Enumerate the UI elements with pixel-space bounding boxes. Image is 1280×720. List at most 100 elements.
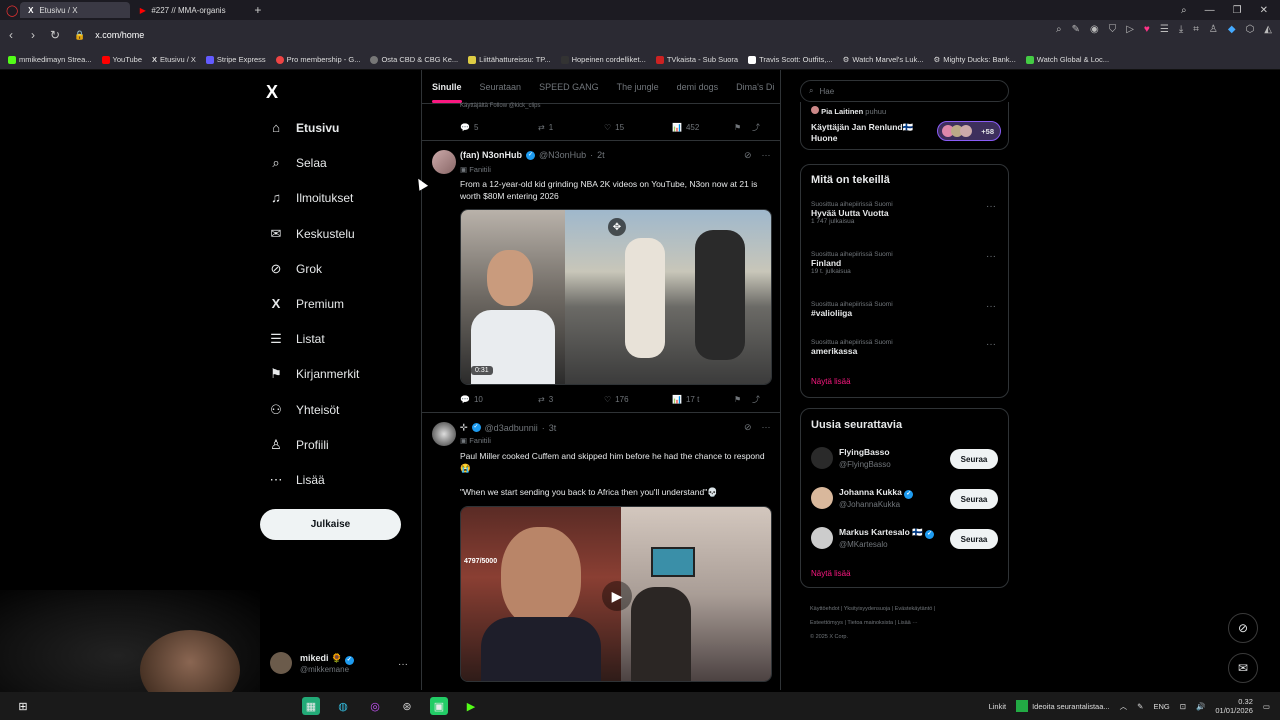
bookmark-item[interactable]: ⚙ Watch Marvel's Luk... <box>843 55 924 64</box>
links-label[interactable]: Linkit <box>989 702 1007 711</box>
grok-icon[interactable]: ⊘ <box>744 150 752 161</box>
camera-icon[interactable]: ◉ <box>1090 24 1099 35</box>
bookmark-item[interactable]: X Etusivu / X <box>152 55 196 64</box>
reload-button[interactable]: ↻ <box>44 28 66 42</box>
sidebar-item-home[interactable]: ⌂ Etusivu <box>268 120 339 135</box>
aria-icon[interactable]: ◭ <box>1264 24 1272 35</box>
tab-for-you[interactable]: Sinulle <box>432 82 462 103</box>
bookmark-item[interactable]: Watch Global & Loc... <box>1025 55 1109 64</box>
sidebar-item-lists[interactable]: ☰ Listat <box>268 331 325 347</box>
trend-item[interactable]: Suosittua aihepiirissä Suomi Finland 19 … <box>811 251 893 275</box>
footer-link[interactable]: Yksityisyydensuoja <box>844 606 890 612</box>
like-button[interactable]: ♡ 15 <box>604 122 672 133</box>
edit-icon[interactable]: ✎ <box>1072 24 1080 35</box>
sidebar-item-bookmarks[interactable]: ⚑ Kirjanmerkit <box>268 366 359 382</box>
network-icon[interactable]: ⊡ <box>1180 702 1186 711</box>
tab-following[interactable]: Seurataan <box>480 82 522 92</box>
more-icon[interactable]: ··· <box>986 201 996 212</box>
tweet-author-handle[interactable]: @d3adbunnii <box>485 423 538 433</box>
volume-icon[interactable]: 🔊 <box>1196 702 1205 711</box>
obs-icon[interactable]: ▣ <box>430 697 448 715</box>
browser-tab-x-home[interactable]: X Etusivu / X <box>20 2 131 18</box>
search-box[interactable]: ⌕ Hae <box>800 80 1009 102</box>
bookmark-item[interactable]: Stripe Express <box>205 55 266 64</box>
tweet-author-name[interactable]: ⊹ <box>460 422 468 433</box>
avatar[interactable] <box>811 447 833 469</box>
pen-icon[interactable]: ✎ <box>1137 702 1143 711</box>
footer-link[interactable]: Esteettömyys <box>810 620 843 626</box>
search-icon[interactable]: ⌕ <box>1056 24 1062 35</box>
account-switcher[interactable]: mikedi 🌻 ✓ @mikkemane <box>270 652 354 674</box>
play-icon[interactable]: ▶ <box>602 581 632 611</box>
sidebar-item-grok[interactable]: ⊘ Grok <box>268 261 322 277</box>
tab-speed-gang[interactable]: SPEED GANG <box>539 82 599 92</box>
views-button[interactable]: 📊 452 <box>672 122 734 133</box>
search-input[interactable]: Hae <box>819 87 834 96</box>
follow-button[interactable]: Seuraa <box>950 529 998 549</box>
kick-icon[interactable]: ▶ <box>462 697 480 715</box>
who-name[interactable]: Johanna Kukka ✓ <box>839 487 914 499</box>
more-icon[interactable]: ··· <box>986 339 996 350</box>
tweet-author-handle[interactable]: @N3onHub <box>539 150 586 160</box>
tab-demi-dogs[interactable]: demi dogs <box>677 82 719 92</box>
notification-center-icon[interactable]: ▭ <box>1263 702 1270 711</box>
opera-gx-icon[interactable]: ◎ <box>366 697 384 715</box>
opera-logo-icon[interactable]: ◯ <box>6 4 18 17</box>
bookmark-item[interactable]: Osta CBD & CBG Ke... <box>370 55 458 64</box>
footer-link[interactable]: Käyttöehdot <box>810 606 839 612</box>
like-button[interactable]: ♡ 176 <box>604 394 672 405</box>
maximize-button[interactable]: ❐ <box>1233 5 1242 16</box>
who-name[interactable]: Markus Kartesalo 🇫🇮 ✓ <box>839 527 935 539</box>
new-tab-button[interactable]: + <box>254 3 261 17</box>
footer-link[interactable]: Evästekäytäntö <box>895 606 933 612</box>
share-icon[interactable]: ⤴ <box>752 122 760 133</box>
bookmark-item[interactable]: ⚙ Mighty Ducks: Bank... <box>934 55 1016 64</box>
tray-chevron-icon[interactable]: ︿ <box>1120 701 1128 712</box>
footer-link[interactable]: Lisää ··· <box>898 620 918 626</box>
trend-item[interactable]: Suosittua aihepiirissä Suomi amerikassa <box>811 339 893 356</box>
avatar[interactable] <box>432 150 456 174</box>
clock[interactable]: 0.32 01/01/2026 <box>1215 697 1253 715</box>
tab-dimas[interactable]: Dima's Di <box>736 82 774 92</box>
url-field[interactable]: x.com/home <box>95 30 144 40</box>
follow-button[interactable]: Seuraa <box>950 449 998 469</box>
sidebar-item-messages[interactable]: ✉ Keskustelu <box>268 226 355 242</box>
bookmark-item[interactable]: Hopeinen cordelliket... <box>560 55 646 64</box>
sidebar-item-communities[interactable]: ⚇ Yhteisöt <box>268 402 339 418</box>
minimize-button[interactable]: — <box>1205 5 1215 16</box>
search-tabs-icon[interactable]: ⌕ <box>1181 5 1187 16</box>
play-icon[interactable]: ▷ <box>1126 24 1134 35</box>
more-icon[interactable]: ··· <box>762 422 771 433</box>
sidebar-item-profile[interactable]: ♙ Profiili <box>268 437 329 453</box>
windows-start-icon[interactable]: ⊞ <box>14 697 32 715</box>
heart-icon[interactable]: ♥ <box>1144 24 1150 35</box>
repost-button[interactable]: ⇄ 3 <box>538 394 604 405</box>
extension-icon[interactable]: ⌗ <box>1193 24 1199 35</box>
sidebar-item-premium[interactable]: X Premium <box>268 296 344 311</box>
who-name[interactable]: FlyingBasso <box>839 447 890 457</box>
bookmark-item[interactable]: Pro membership - G... <box>275 55 360 64</box>
x-logo[interactable]: X <box>266 82 278 103</box>
repost-button[interactable]: ⇄ 1 <box>538 122 604 133</box>
trend-item[interactable]: Suosittua aihepiirissä Suomi Hyvää Uutta… <box>811 201 893 225</box>
reply-button[interactable]: 💬 10 <box>460 394 538 405</box>
download-icon[interactable]: ⤓ <box>1179 24 1183 35</box>
bookmark-item[interactable]: YouTube <box>101 55 142 64</box>
easy-setup-icon[interactable]: ☰ <box>1160 24 1169 35</box>
tweet-time[interactable]: 3t <box>549 423 557 433</box>
tweet-time[interactable]: 2t <box>597 150 605 160</box>
browser-tab-youtube[interactable]: ▶ #227 // MMA-organis <box>132 2 250 18</box>
more-icon[interactable]: ··· <box>986 301 996 312</box>
post-button[interactable]: Julkaise <box>260 509 401 540</box>
grok-float-button[interactable]: ⊘ <box>1228 613 1258 643</box>
steam-icon[interactable]: ⊛ <box>398 697 416 715</box>
profile-icon[interactable]: ♙ <box>1209 24 1218 35</box>
tab-the-jungle[interactable]: The jungle <box>617 82 659 92</box>
language-indicator[interactable]: ENG <box>1153 702 1169 711</box>
show-more-link[interactable]: Näytä lisää <box>811 377 851 386</box>
back-button[interactable]: ‹ <box>0 28 22 42</box>
forward-button[interactable]: › <box>22 28 44 42</box>
tweet-author-name[interactable]: (fan) N3onHub <box>460 150 522 160</box>
messages-float-button[interactable]: ✉ <box>1228 653 1258 683</box>
account-more-icon[interactable]: ··· <box>398 659 408 670</box>
